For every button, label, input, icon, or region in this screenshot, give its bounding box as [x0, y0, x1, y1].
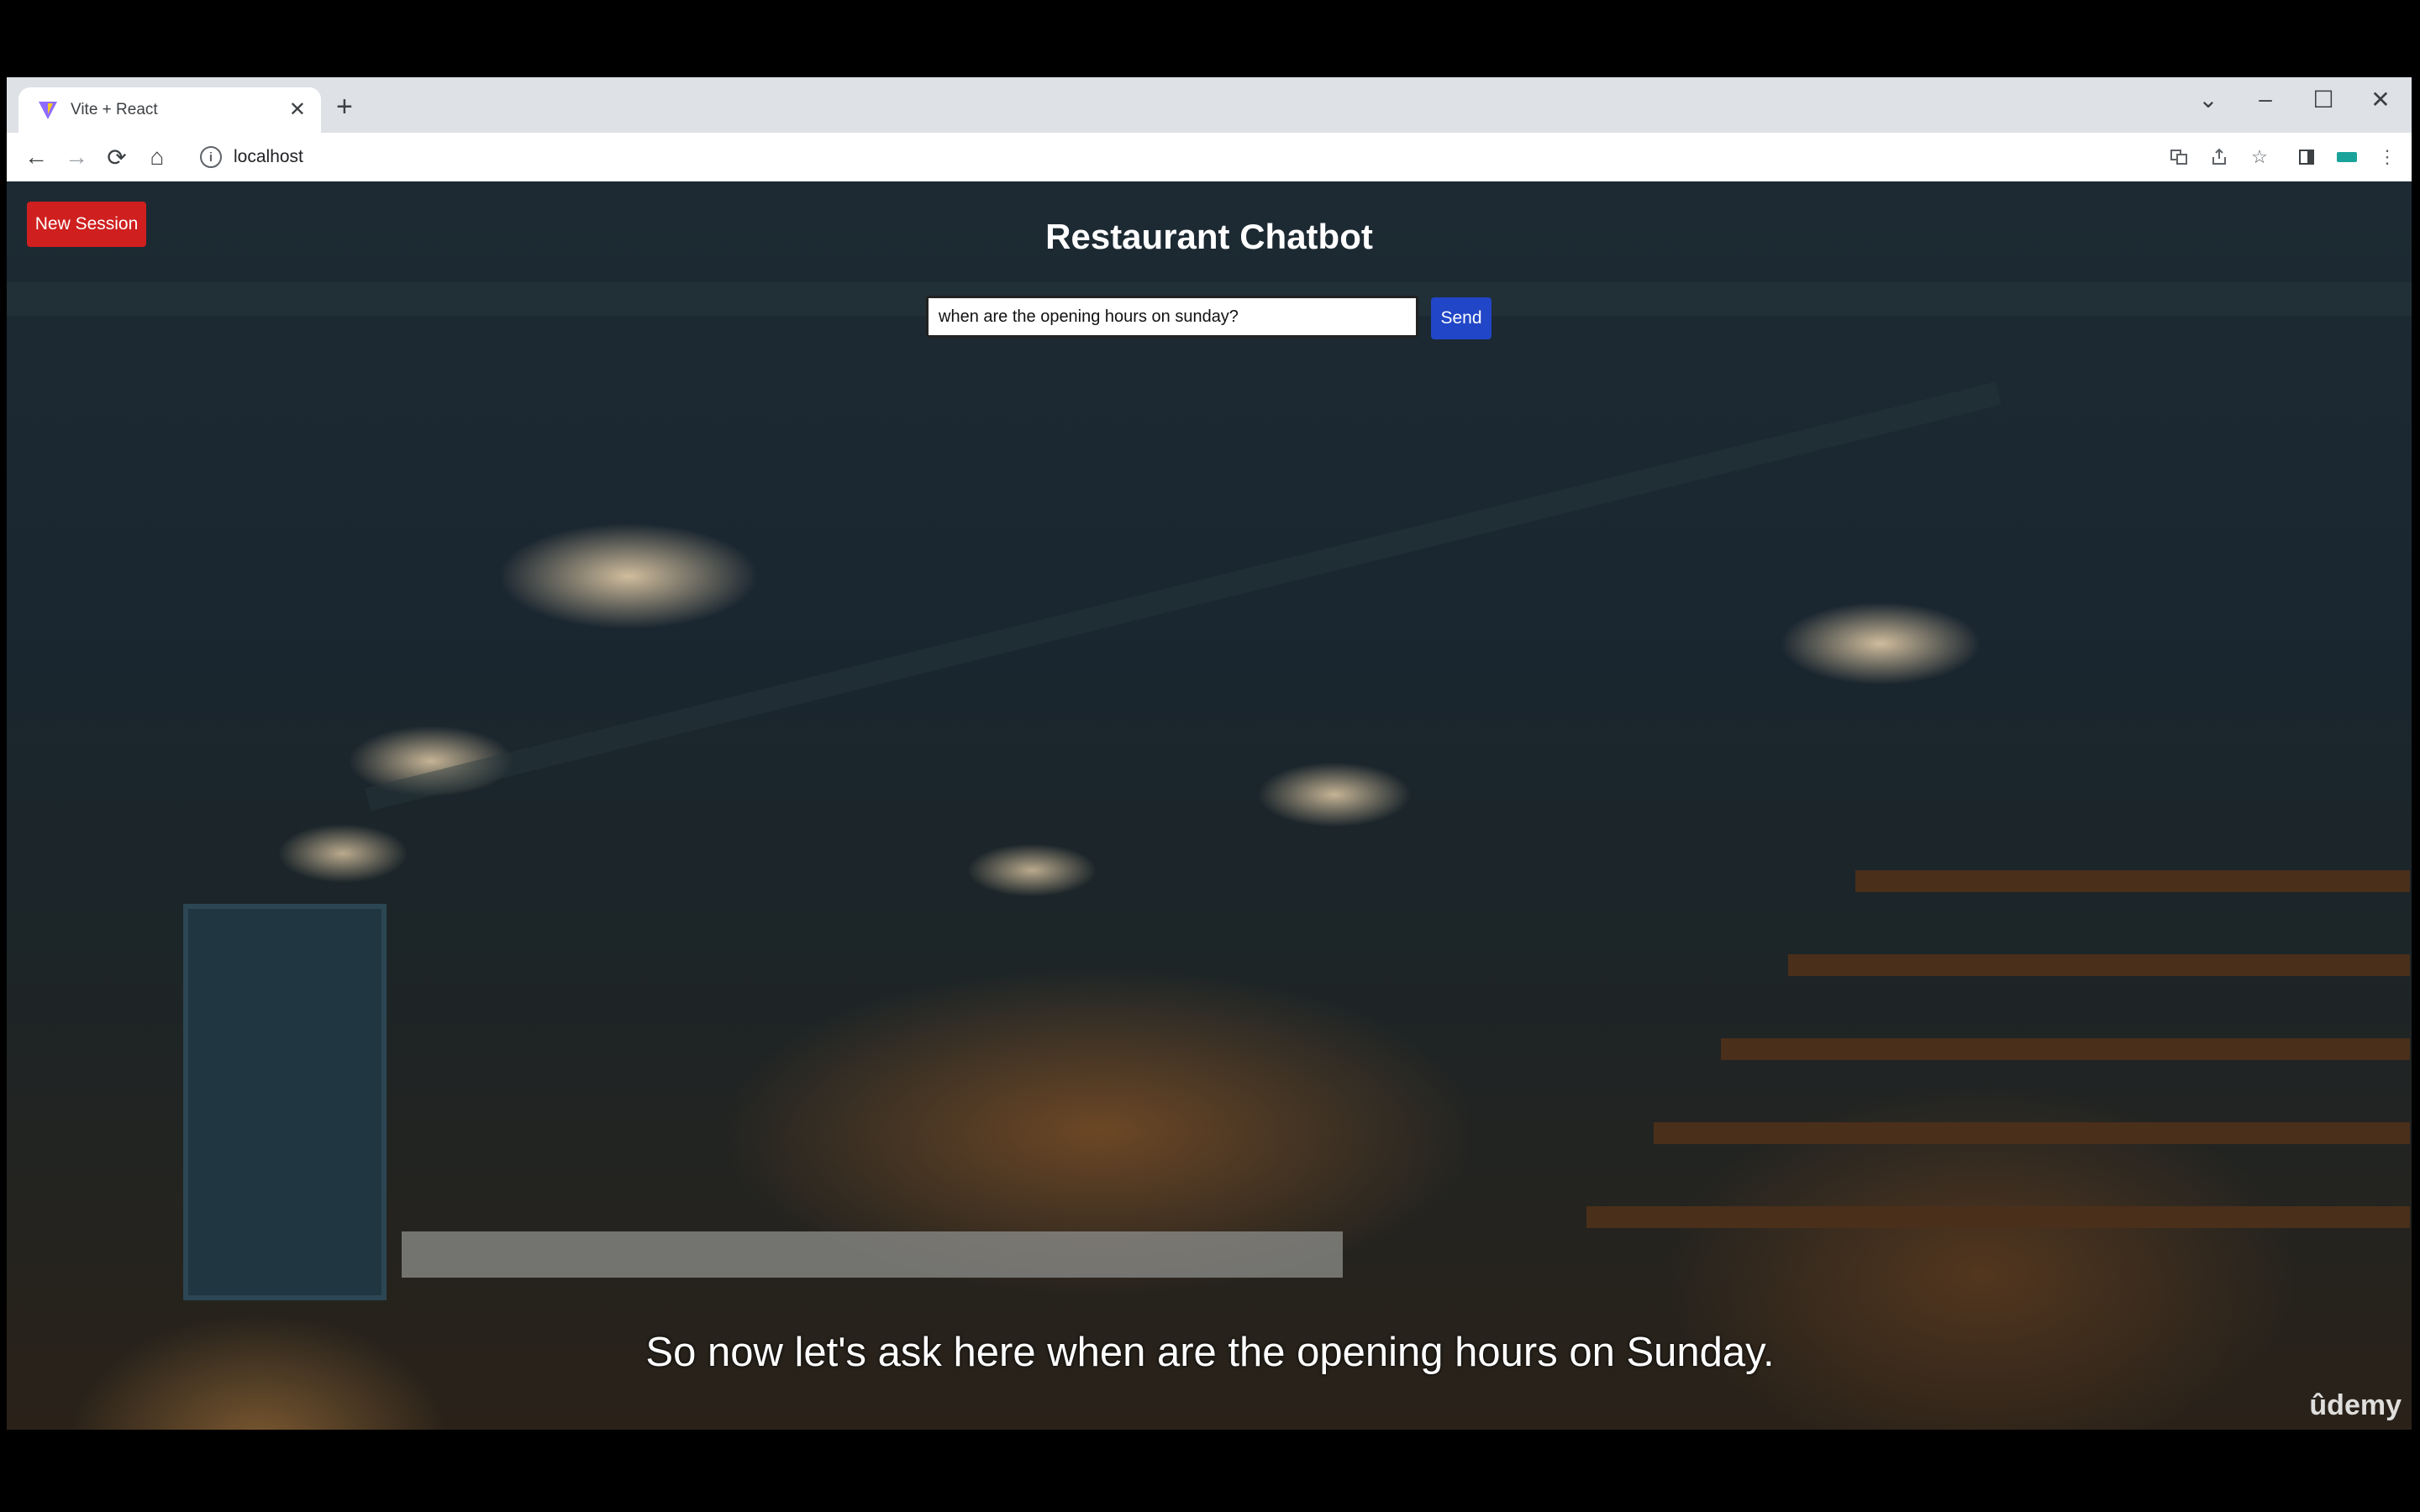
forward-button[interactable]: →	[60, 141, 92, 173]
background-counter	[402, 1231, 1343, 1278]
back-button[interactable]: ←	[20, 141, 52, 173]
url-text: localhost	[234, 147, 303, 166]
chat-message-input[interactable]	[926, 296, 1418, 338]
background-door	[183, 904, 387, 1300]
minimize-button[interactable]: –	[2249, 86, 2282, 113]
ceiling-pipe	[365, 381, 2002, 811]
translate-icon[interactable]	[2166, 144, 2191, 170]
tab-close-icon[interactable]: ✕	[289, 100, 306, 120]
video-caption: So now let's ask here when are the openi…	[645, 1330, 1775, 1375]
stair-step	[1855, 870, 2410, 892]
home-button[interactable]: ⌂	[141, 141, 173, 173]
stair-step	[1586, 1206, 2410, 1228]
page-viewport: New Session Restaurant Chatbot Send	[7, 181, 2412, 1430]
send-button[interactable]: Send	[1431, 297, 1491, 339]
vite-logo-icon	[39, 102, 57, 119]
tab-strip: Vite + React ✕ + ⌄ – ☐ ✕	[7, 77, 2412, 133]
maximize-button[interactable]: ☐	[2307, 86, 2340, 113]
browser-window: Vite + React ✕ + ⌄ – ☐ ✕ ← → ⟳ ⌂ i local…	[7, 77, 2412, 1430]
address-bar[interactable]: i localhost	[183, 139, 2133, 175]
udemy-watermark: ûdemy	[2309, 1389, 2402, 1421]
browser-menu-icon[interactable]: ⋮	[2375, 144, 2400, 170]
side-panel-icon[interactable]	[2294, 144, 2319, 170]
new-tab-button[interactable]: +	[336, 92, 353, 121]
share-icon[interactable]	[2207, 144, 2232, 170]
extension-icon[interactable]	[2334, 144, 2360, 170]
site-info-icon[interactable]: i	[200, 146, 222, 168]
reload-button[interactable]: ⟳	[101, 141, 133, 173]
tab-search-icon[interactable]: ⌄	[2191, 86, 2225, 113]
stair-step	[1654, 1122, 2410, 1144]
tab-title: Vite + React	[71, 101, 158, 118]
tab-vite-react[interactable]: Vite + React ✕	[18, 87, 321, 133]
address-toolbar: ← → ⟳ ⌂ i localhost ☆ ⋮	[7, 133, 2412, 182]
page-title: Restaurant Chatbot	[1045, 217, 1373, 256]
bookmark-star-icon[interactable]: ☆	[2247, 144, 2272, 170]
stair-step	[1788, 954, 2410, 976]
close-window-button[interactable]: ✕	[2364, 86, 2397, 113]
stair-step	[1721, 1038, 2410, 1060]
